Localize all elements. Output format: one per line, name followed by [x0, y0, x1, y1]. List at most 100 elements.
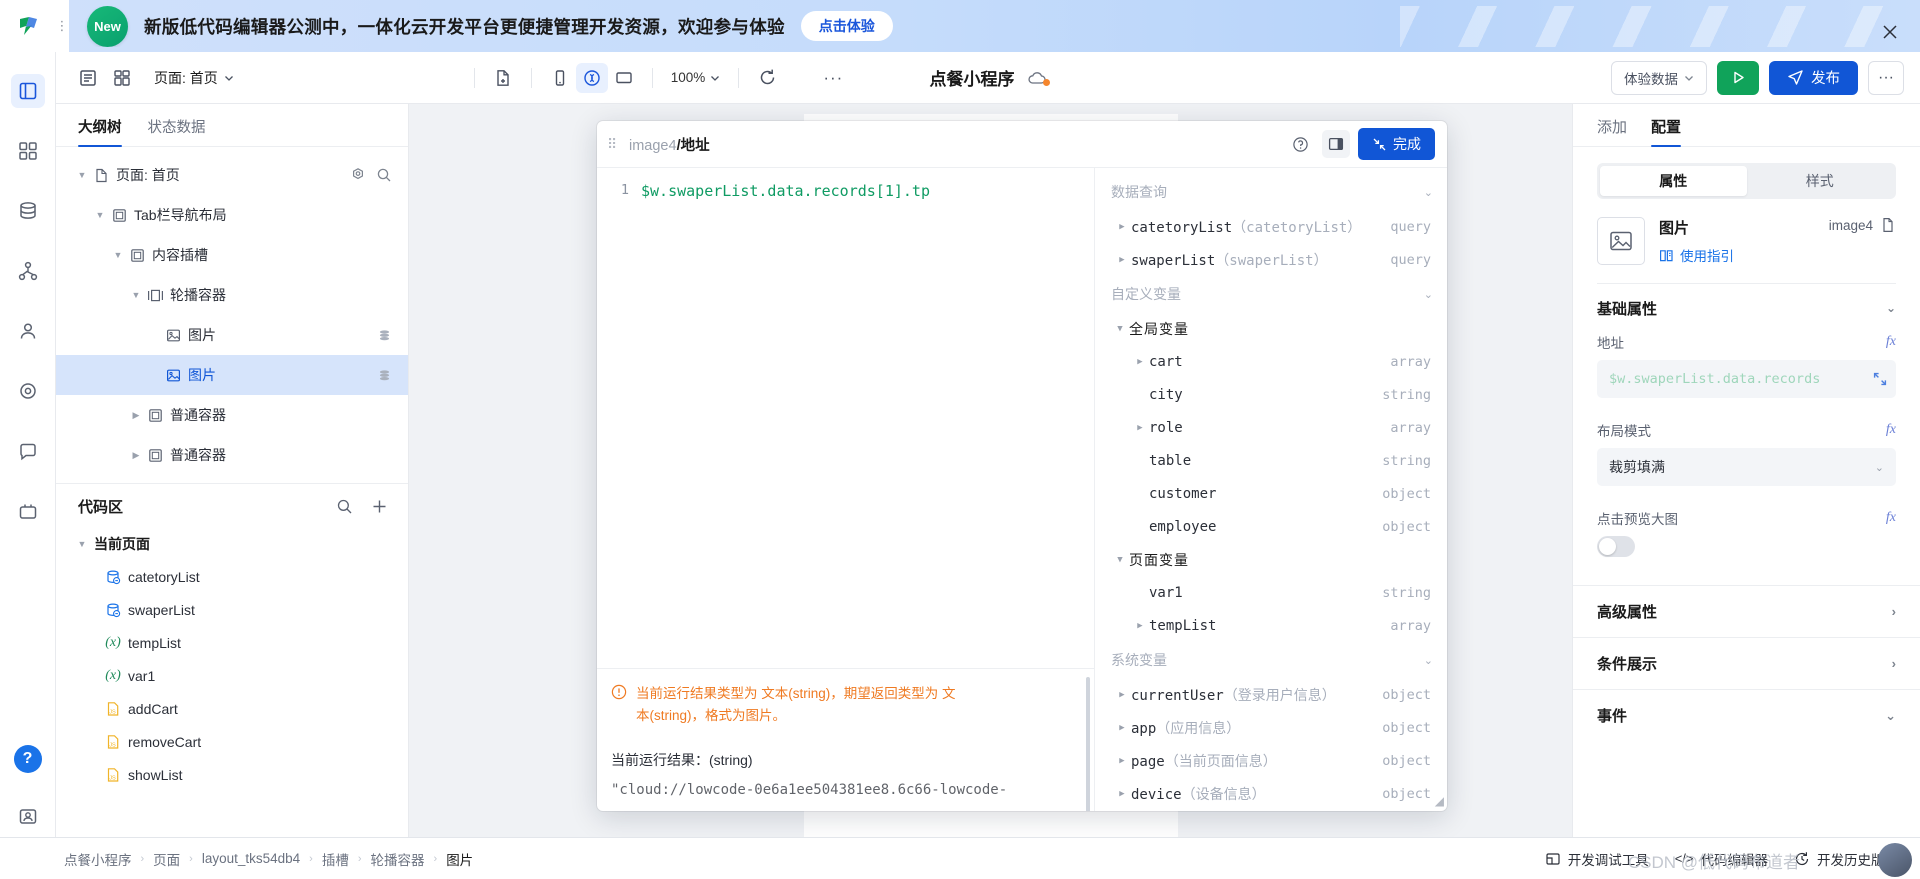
- toolbar-more-button[interactable]: ···: [1868, 60, 1904, 95]
- breadcrumb-item-2[interactable]: layout_tks54db4: [202, 851, 300, 866]
- search-icon[interactable]: [376, 167, 392, 183]
- rail-item-comments[interactable]: [11, 434, 45, 468]
- chevron-down-icon[interactable]: ⌄: [1885, 708, 1896, 724]
- gear-icon[interactable]: [350, 167, 366, 183]
- chevron-down-icon[interactable]: ▼: [1111, 324, 1129, 334]
- rail-item-user[interactable]: [11, 314, 45, 348]
- more-icon[interactable]: ···: [817, 63, 849, 93]
- var-row-city[interactable]: city string: [1095, 378, 1447, 411]
- breadcrumb-item-3[interactable]: 插槽: [322, 849, 349, 869]
- tree-node-container-1[interactable]: ▶ 普通容器: [56, 395, 408, 435]
- tree-node-data-badge[interactable]: [377, 328, 392, 343]
- var-section-custom[interactable]: 自定义变量 ⌄: [1095, 276, 1447, 312]
- var-row-customer[interactable]: customer object: [1095, 477, 1447, 510]
- panel-toggle-icon[interactable]: [1322, 130, 1350, 158]
- code-editor-button[interactable]: </> 代码编辑器: [1675, 849, 1768, 869]
- wechat-icon[interactable]: [575, 62, 608, 93]
- cloud-status-icon[interactable]: [1027, 70, 1050, 86]
- section-conditional-display[interactable]: 条件展示 ›: [1573, 637, 1920, 689]
- preview-large-image-toggle[interactable]: [1597, 536, 1635, 557]
- var-row-device[interactable]: ▶ device（设备信息） object: [1095, 777, 1447, 810]
- chevron-down-icon[interactable]: ⌄: [1424, 288, 1433, 301]
- tree-node-container-2[interactable]: ▶ 普通容器: [56, 435, 408, 475]
- var-row-table[interactable]: table string: [1095, 444, 1447, 477]
- code-item-tempList[interactable]: (x) tempList: [56, 626, 408, 659]
- desktop-icon[interactable]: [608, 63, 640, 93]
- chevron-down-icon[interactable]: ⌄: [1424, 186, 1433, 199]
- breadcrumb-item-1[interactable]: 页面: [153, 849, 180, 869]
- question-icon[interactable]: [1286, 130, 1314, 158]
- address-input[interactable]: $w.swaperList.data.records: [1597, 360, 1896, 398]
- tree-node-tab-layout[interactable]: ▼ Tab栏导航布局: [56, 195, 408, 235]
- code-content[interactable]: $w.swaperList.data.records[1].tp: [641, 182, 930, 668]
- promo-cta-button[interactable]: 点击体验: [800, 11, 893, 41]
- experience-data-button[interactable]: 体验数据: [1611, 60, 1707, 95]
- fx-icon[interactable]: fx: [1886, 422, 1896, 438]
- search-icon[interactable]: [336, 498, 353, 515]
- history-versions-button[interactable]: 开发历史版本: [1794, 849, 1898, 869]
- tree-node-data-badge[interactable]: [377, 368, 392, 383]
- var-row-cart[interactable]: ▶ cart array: [1095, 345, 1447, 378]
- preview-run-button[interactable]: [1717, 60, 1759, 95]
- section-basic-properties[interactable]: 基础属性 ⌄: [1573, 284, 1920, 332]
- new-page-icon[interactable]: [487, 63, 519, 93]
- promo-drag-handle[interactable]: ⋮: [55, 0, 69, 52]
- refresh-icon[interactable]: [751, 63, 783, 93]
- chevron-down-icon[interactable]: ⌄: [1886, 301, 1896, 315]
- tab-outline-tree[interactable]: 大纲树: [78, 116, 122, 147]
- drag-handle-icon[interactable]: ⠿: [607, 137, 621, 151]
- help-icon[interactable]: ?: [13, 745, 42, 773]
- zoom-selector[interactable]: 100%: [665, 70, 727, 85]
- tab-config[interactable]: 配置: [1651, 116, 1682, 147]
- close-icon[interactable]: [1878, 20, 1902, 44]
- var-row-page[interactable]: ▶ page（当前页面信息） object: [1095, 744, 1447, 777]
- publish-button[interactable]: 发布: [1769, 60, 1858, 95]
- var-row-var1[interactable]: var1 string: [1095, 576, 1447, 609]
- plus-icon[interactable]: [371, 498, 388, 515]
- var-row-employee[interactable]: employee object: [1095, 510, 1447, 543]
- rail-item-pages[interactable]: [10, 74, 45, 108]
- fx-icon[interactable]: fx: [1886, 510, 1896, 526]
- var-section-system[interactable]: 系统变量 ⌄: [1095, 642, 1447, 678]
- rail-item-datasource[interactable]: [11, 194, 45, 228]
- breadcrumb-item-0[interactable]: 点餐小程序: [64, 849, 132, 869]
- grid-icon[interactable]: [106, 63, 138, 93]
- chevron-right-icon[interactable]: ▶: [1113, 222, 1131, 232]
- page-selector[interactable]: 页面: 首页: [154, 68, 234, 88]
- chevron-right-icon[interactable]: ›: [1892, 604, 1896, 619]
- segment-properties[interactable]: 属性: [1600, 166, 1747, 196]
- tree-node-image-2[interactable]: 图片: [56, 355, 408, 395]
- rail-item-flow[interactable]: [11, 254, 45, 288]
- rail-item-settings[interactable]: [11, 374, 45, 408]
- breadcrumb-item-4[interactable]: 轮播容器: [371, 849, 425, 869]
- chevron-down-icon[interactable]: ▼: [92, 210, 108, 220]
- var-group-page[interactable]: ▼ 页面变量: [1095, 543, 1447, 576]
- outline-icon[interactable]: [72, 63, 104, 93]
- section-events[interactable]: 事件 ⌄: [1573, 689, 1920, 741]
- expand-icon[interactable]: [1873, 372, 1887, 386]
- done-button[interactable]: 完成: [1358, 128, 1435, 160]
- code-group-current-page[interactable]: ▼ 当前页面: [56, 527, 408, 560]
- code-item-addCart[interactable]: JS addCart: [56, 692, 408, 725]
- rail-item-components[interactable]: [11, 134, 45, 168]
- code-item-catetoryList[interactable]: catetoryList: [56, 560, 408, 593]
- chevron-right-icon[interactable]: ▶: [1113, 789, 1131, 799]
- code-item-var1[interactable]: (x) var1: [56, 659, 408, 692]
- code-item-removeCart[interactable]: JS removeCart: [56, 725, 408, 758]
- chevron-right-icon[interactable]: ▶: [1113, 723, 1131, 733]
- usage-guide-link[interactable]: 使用指引: [1659, 245, 1815, 265]
- chevron-down-icon[interactable]: ⌄: [1875, 461, 1884, 474]
- tab-add[interactable]: 添加: [1597, 116, 1627, 146]
- var-row-role[interactable]: ▶ role array: [1095, 411, 1447, 444]
- var-row-tempList[interactable]: ▶ tempList array: [1095, 609, 1447, 642]
- chevron-right-icon[interactable]: ▶: [1113, 756, 1131, 766]
- chevron-right-icon[interactable]: ▶: [1113, 255, 1131, 265]
- chevron-down-icon[interactable]: ▼: [74, 539, 90, 549]
- tree-node-page[interactable]: ▼ 页面: 首页: [56, 155, 408, 195]
- chevron-down-icon[interactable]: ▼: [110, 250, 126, 260]
- mobile-icon[interactable]: [544, 63, 576, 93]
- tree-node-content-slot[interactable]: ▼ 内容插槽: [56, 235, 408, 275]
- chevron-right-icon[interactable]: ▶: [1131, 621, 1149, 631]
- debug-tools-button[interactable]: 开发调试工具: [1545, 849, 1649, 869]
- result-scrollbar[interactable]: [1086, 677, 1090, 811]
